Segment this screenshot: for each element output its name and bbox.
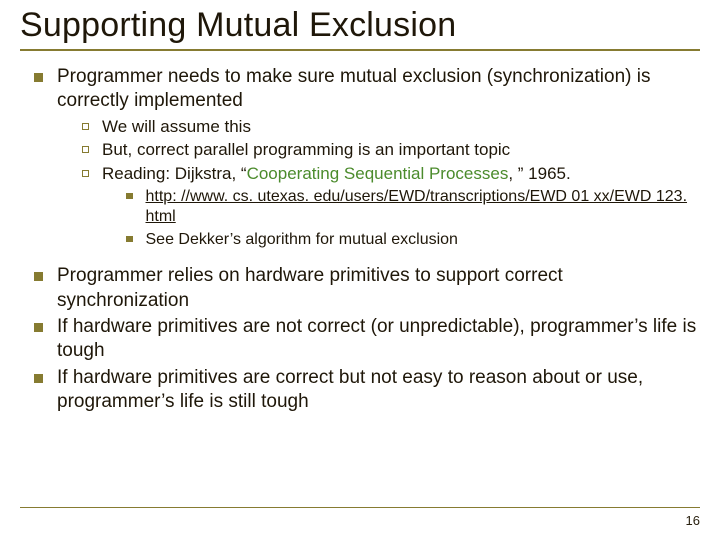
bullet-item: Reading: Dijkstra, “Cooperating Sequenti… — [20, 163, 700, 185]
bullet-text: See Dekker’s algorithm for mutual exclus… — [146, 230, 458, 250]
bottom-rule — [20, 507, 700, 508]
slide: Supporting Mutual Exclusion Programmer n… — [0, 0, 720, 540]
bullet-item: But, correct parallel programming is an … — [20, 139, 700, 161]
bullet-item: If hardware primitives are correct but n… — [20, 366, 700, 415]
bullet-item: http: //www. cs. utexas. edu/users/EWD/t… — [20, 187, 700, 228]
small-square-bullet-icon — [126, 236, 133, 243]
slide-title: Supporting Mutual Exclusion — [20, 6, 700, 45]
square-bullet-icon — [34, 374, 43, 383]
square-bullet-icon — [34, 272, 43, 281]
page-number: 16 — [686, 513, 700, 528]
url-link[interactable]: http: //www. cs. utexas. edu/users/EWD/t… — [146, 187, 701, 228]
slide-body: Programmer needs to make sure mutual exc… — [20, 65, 700, 414]
square-bullet-icon — [34, 323, 43, 332]
hollow-square-bullet-icon — [82, 123, 89, 130]
bullet-item: We will assume this — [20, 116, 700, 138]
bullet-text: Programmer needs to make sure mutual exc… — [57, 65, 700, 114]
square-bullet-icon — [34, 73, 43, 82]
bullet-item: Programmer relies on hardware primitives… — [20, 264, 700, 313]
paper-title: Cooperating Sequential Processes — [247, 164, 509, 183]
small-square-bullet-icon — [126, 193, 133, 200]
bullet-text: But, correct parallel programming is an … — [102, 139, 510, 161]
text-fragment: , ” 1965. — [508, 164, 570, 183]
bullet-text: If hardware primitives are not correct (… — [57, 315, 700, 364]
bullet-text: If hardware primitives are correct but n… — [57, 366, 700, 415]
bullet-text: Programmer relies on hardware primitives… — [57, 264, 700, 313]
bullet-item: If hardware primitives are not correct (… — [20, 315, 700, 364]
text-fragment: Reading: Dijkstra, “ — [102, 164, 247, 183]
bullet-item: Programmer needs to make sure mutual exc… — [20, 65, 700, 114]
title-rule — [20, 49, 700, 51]
bullet-item: See Dekker’s algorithm for mutual exclus… — [20, 230, 700, 250]
bullet-text: We will assume this — [102, 116, 251, 138]
hollow-square-bullet-icon — [82, 170, 89, 177]
hollow-square-bullet-icon — [82, 146, 89, 153]
bullet-text: Reading: Dijkstra, “Cooperating Sequenti… — [102, 163, 571, 185]
